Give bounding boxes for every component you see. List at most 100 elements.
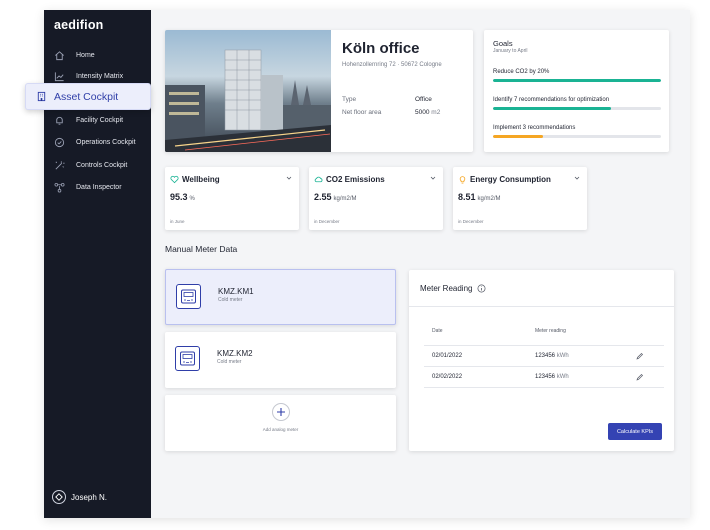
goal-progress-fill [493,79,661,82]
kpi-value: 8.51 kg/m2/M [458,192,501,202]
goal-progress-fill [493,135,544,138]
plus-icon [277,408,285,416]
goals-subtitle: January to April [493,48,528,54]
kpi-card-wellbeing[interactable]: Wellbeing 95.3% in June [165,167,299,230]
sidebar-item-label: Intensity Matrix [76,72,124,80]
sidebar-item-label: Asset Cockpit [54,90,119,103]
check-circle-icon [52,135,66,149]
sidebar-item-controls-cockpit[interactable]: Controls Cockpit [52,156,127,174]
cloud-icon [314,174,324,184]
row-reading-value: 123456 [535,353,556,359]
meter-reading-title: Meter Reading [420,283,473,293]
office-area-number: 5000 [415,109,430,116]
logo: aedifion [54,18,104,32]
pencil-icon[interactable] [636,373,644,381]
meter-name: KMZ.KM1 [218,287,254,296]
calculate-kpis-button[interactable]: Calculate KPIs [608,423,662,440]
office-type-value: Office [415,96,432,103]
goal-progress-bar [493,79,661,82]
kpi-header: Energy Consumption [458,174,551,184]
sidebar-item-home[interactable]: Home [52,46,95,64]
office-title: Köln office [342,40,420,57]
bell-icon [52,113,66,127]
info-icon[interactable] [477,283,487,293]
chevron-down-icon[interactable] [574,175,580,181]
meter-card-km1[interactable]: KMZ.KM1 Cold meter [165,269,396,325]
meter-type: Cold meter [217,359,242,365]
goal-label: Identify 7 recommendations for optimizat… [493,97,610,103]
add-meter-card[interactable]: Add analog meter [165,395,396,451]
row-reading: 123456 kWh [535,353,569,359]
avatar [52,490,66,504]
user-menu[interactable]: Joseph N. [52,490,107,504]
wand-icon [52,158,66,172]
chevron-down-icon[interactable] [286,175,292,181]
building-icon [36,91,48,103]
nodes-icon [52,180,66,194]
add-meter-button[interactable] [272,403,290,421]
kpi-card-co2[interactable]: CO2 Emissions 2.55 kg/m2/M in December [309,167,443,230]
goal-progress-bar [493,107,661,110]
meter-icon [176,284,201,309]
meter-type: Cold meter [218,297,243,303]
pencil-icon[interactable] [636,352,644,360]
goal-label: Implement 3 recommendations [493,125,576,131]
office-card: Köln office Hohenzollernring 72 · 50672 … [165,30,473,152]
sidebar-item-label: Operations Cockpit [76,138,136,146]
column-header-date: Date [432,328,443,334]
building-photo-illustration [165,49,331,152]
kpi-title: Wellbeing [182,174,220,184]
goal-label: Reduce CO2 by 20% [493,69,550,75]
diamond-icon [55,493,63,501]
sidebar-item-asset-cockpit[interactable]: Asset Cockpit [25,83,151,110]
row-reading: 123456 kWh [535,374,569,380]
meter-reading-header: Meter Reading [409,270,674,307]
office-type-label: Type [342,96,357,103]
sidebar-item-label: Facility Cockpit [76,116,124,124]
add-meter-label: Add analog meter [262,427,299,432]
meter-reading-panel: Meter Reading Date Meter reading 02/01/2… [409,270,674,451]
goal-progress-bar [493,135,661,138]
meter-name: KMZ.KM2 [217,349,253,358]
sidebar-item-label: Data Inspector [76,183,122,191]
table-row: 02/01/2022 123456 kWh [424,345,664,366]
meter-card-km2[interactable]: KMZ.KM2 Cold meter [165,332,396,388]
kpi-unit: % [189,196,195,202]
office-address: Hohenzollernring 72 · 50672 Cologne [342,62,442,68]
kpi-unit: kg/m2/M [333,196,357,202]
sidebar-item-label: Home [76,51,95,59]
kpi-title: Energy Consumption [470,174,551,184]
sidebar-item-facility-cockpit[interactable]: Facility Cockpit [52,111,123,129]
sidebar-item-operations-cockpit[interactable]: Operations Cockpit [52,133,136,151]
section-title: Manual Meter Data [165,244,238,254]
sidebar-item-label: Controls Cockpit [76,161,128,169]
kpi-number: 2.55 [314,192,332,202]
column-header-reading: Meter reading [535,328,566,334]
kpi-footer: in December [314,219,340,224]
kpi-header: Wellbeing [170,174,220,184]
goals-card: Goals January to April Reduce CO2 by 20%… [484,30,669,152]
row-reading-unit: kWh [556,353,569,359]
kpi-footer: in December [458,219,484,224]
meter-icon [175,346,200,371]
user-name: Joseph N. [71,492,108,502]
sidebar-item-data-inspector[interactable]: Data Inspector [52,178,122,196]
row-date: 02/01/2022 [432,353,463,359]
kpi-footer: in June [170,219,185,224]
heart-icon [170,174,180,184]
office-area-value: 5000 m2 [415,109,440,116]
kpi-unit: kg/m2/M [477,196,501,202]
kpi-title: CO2 Emissions [326,174,385,184]
table-row: 02/02/2022 123456 kWh [424,366,664,387]
kpi-card-energy[interactable]: Energy Consumption 8.51 kg/m2/M in Decemb… [453,167,587,230]
goals-title: Goals [493,39,513,48]
table-divider [424,387,664,388]
kpi-number: 8.51 [458,192,476,202]
chevron-down-icon[interactable] [430,175,436,181]
goal-progress-fill [493,107,611,110]
bulb-icon [458,174,468,184]
chart-icon [52,69,66,83]
row-date: 02/02/2022 [432,374,463,380]
home-icon [52,48,66,62]
kpi-header: CO2 Emissions [314,174,385,184]
